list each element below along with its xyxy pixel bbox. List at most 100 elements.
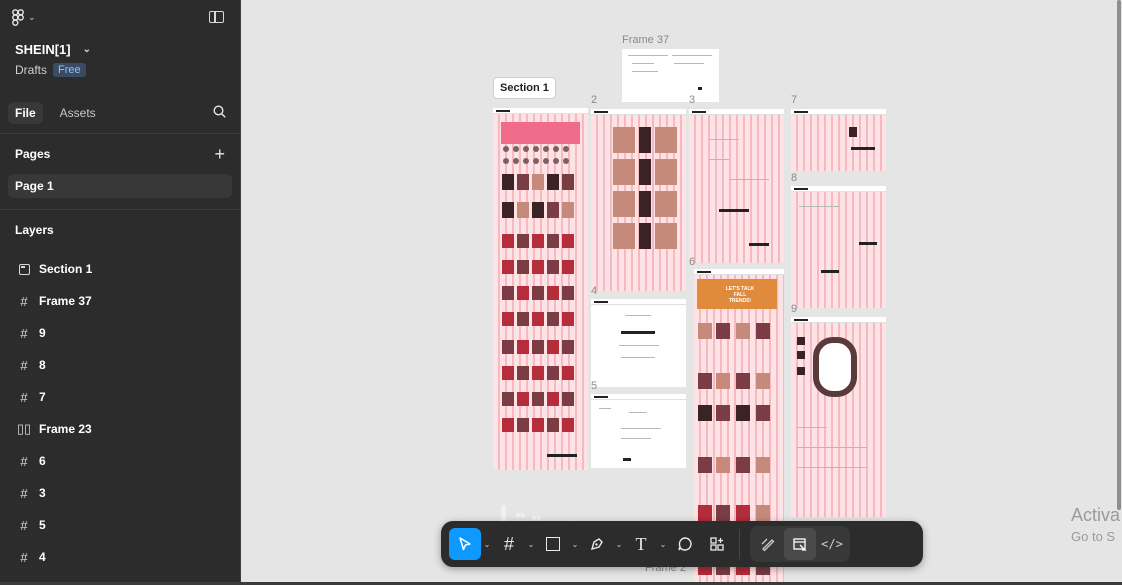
frame-label-7[interactable]: 7 bbox=[791, 94, 797, 106]
layer-label: 3 bbox=[39, 486, 46, 500]
frame-7[interactable] bbox=[791, 109, 886, 171]
file-info: SHEIN[1] ⌄ Drafts Free bbox=[0, 34, 240, 77]
frame-icon: # bbox=[20, 517, 28, 533]
frame-label-9[interactable]: 9 bbox=[791, 303, 797, 315]
panel-header: ⌄ bbox=[0, 0, 240, 34]
text-tool-button[interactable]: T bbox=[625, 528, 657, 560]
comment-icon bbox=[678, 537, 692, 551]
page-label: Page 1 bbox=[15, 179, 54, 193]
frame-icon: # bbox=[20, 549, 28, 565]
frame-label-4[interactable]: 4 bbox=[591, 285, 597, 297]
layer-5[interactable]: # 5 bbox=[0, 509, 240, 541]
layer-label: 9 bbox=[39, 326, 46, 340]
toolbar-divider bbox=[739, 529, 740, 559]
file-location[interactable]: Drafts bbox=[15, 63, 47, 77]
section-icon bbox=[18, 263, 30, 275]
design-mode-button[interactable] bbox=[784, 528, 816, 560]
draw-icon bbox=[761, 538, 775, 552]
layer-label: 7 bbox=[39, 390, 46, 404]
cursor-icon bbox=[459, 537, 471, 551]
tab-assets[interactable]: Assets bbox=[53, 102, 103, 124]
mode-switcher: </> bbox=[750, 526, 850, 562]
frame-label-2[interactable]: 2 bbox=[591, 94, 597, 106]
activate-windows-title: Activa bbox=[1071, 505, 1121, 525]
frame-icon: # bbox=[20, 357, 28, 373]
design-icon bbox=[793, 538, 807, 551]
draw-mode-button[interactable] bbox=[752, 528, 784, 560]
promo-banner-text: LET'S TALK FALL TRENDS! bbox=[725, 286, 755, 304]
figma-logo-icon bbox=[12, 8, 24, 26]
section-1-label[interactable]: Section 1 bbox=[493, 77, 556, 99]
layer-label: 6 bbox=[39, 454, 46, 468]
layers-list: Section 1 # Frame 37 # 9 # 8 # 7 ▯▯ Fram… bbox=[0, 253, 240, 573]
frame-label-6[interactable]: 6 bbox=[689, 256, 695, 268]
add-page-icon[interactable]: + bbox=[214, 144, 225, 165]
frame-tool-icon: # bbox=[503, 533, 514, 554]
frame-label-3[interactable]: 3 bbox=[689, 94, 695, 106]
file-name: SHEIN[1] bbox=[15, 42, 71, 57]
layer-label: 8 bbox=[39, 358, 46, 372]
plan-badge[interactable]: Free bbox=[53, 63, 86, 77]
chevron-down-icon[interactable]: ⌄ bbox=[481, 540, 493, 549]
layer-frame-37[interactable]: # Frame 37 bbox=[0, 285, 240, 317]
layer-8[interactable]: # 8 bbox=[0, 349, 240, 381]
chevron-down-icon[interactable]: ⌄ bbox=[657, 540, 669, 549]
layer-4[interactable]: # 4 bbox=[0, 541, 240, 573]
frame-icon: # bbox=[20, 325, 28, 341]
main-menu-button[interactable]: ⌄ bbox=[12, 8, 36, 26]
bottom-toolbar: ⌄ # ⌄ ⌄ ⌄ T ⌄ </> bbox=[441, 521, 923, 567]
layers-header: Layers bbox=[0, 210, 240, 250]
chevron-down-icon[interactable]: ⌄ bbox=[525, 540, 537, 549]
promo-banner[interactable]: LET'S TALK FALL TRENDS! bbox=[697, 279, 777, 309]
left-panel: ⌄ SHEIN[1] ⌄ Drafts Free File Assets Pag… bbox=[0, 0, 241, 585]
chevron-down-icon[interactable]: ⌄ bbox=[613, 540, 625, 549]
page-item-page-1[interactable]: Page 1 bbox=[8, 174, 232, 198]
dev-mode-button[interactable]: </> bbox=[816, 528, 848, 560]
layer-label: Frame 23 bbox=[39, 422, 92, 436]
frame-home[interactable] bbox=[493, 108, 588, 470]
auto-layout-icon: ▯▯ bbox=[16, 421, 32, 436]
frame-label-8[interactable]: 8 bbox=[791, 172, 797, 184]
file-name-button[interactable]: SHEIN[1] ⌄ bbox=[15, 42, 225, 57]
file-meta: Drafts Free bbox=[15, 63, 225, 77]
pen-tool-button[interactable] bbox=[581, 528, 613, 560]
frame-tool-button[interactable]: # bbox=[493, 528, 525, 560]
comment-tool-button[interactable] bbox=[669, 528, 701, 560]
tab-file[interactable]: File bbox=[8, 101, 43, 124]
frame-9[interactable] bbox=[791, 317, 886, 517]
chevron-down-icon: ⌄ bbox=[28, 11, 36, 22]
shape-tool-button[interactable] bbox=[537, 528, 569, 560]
move-tool-button[interactable] bbox=[449, 528, 481, 560]
layer-6[interactable]: # 6 bbox=[0, 445, 240, 477]
text-icon: T bbox=[635, 533, 647, 554]
layers-heading: Layers bbox=[15, 223, 54, 237]
frame-2[interactable] bbox=[591, 109, 686, 291]
frame-3[interactable] bbox=[689, 109, 784, 263]
frame-icon: # bbox=[20, 485, 28, 501]
frame-5[interactable] bbox=[591, 394, 686, 468]
layer-7[interactable]: # 7 bbox=[0, 381, 240, 413]
layer-label: Section 1 bbox=[39, 262, 93, 276]
chevron-down-icon[interactable]: ⌄ bbox=[569, 540, 581, 549]
toggle-sidebar-icon[interactable] bbox=[209, 11, 224, 23]
frame-label-frame-37[interactable]: Frame 37 bbox=[622, 34, 669, 46]
chevron-down-icon: ⌄ bbox=[82, 44, 92, 55]
search-icon[interactable] bbox=[213, 105, 226, 118]
vertical-scrollbar[interactable] bbox=[1117, 0, 1121, 510]
layer-label: 5 bbox=[39, 518, 46, 532]
frame-label-5[interactable]: 5 bbox=[591, 380, 597, 392]
frame-icon: # bbox=[20, 453, 28, 469]
pages-header: Pages + bbox=[0, 134, 240, 174]
rectangle-icon bbox=[546, 537, 560, 551]
pen-icon bbox=[590, 538, 603, 551]
layer-section-1[interactable]: Section 1 bbox=[0, 253, 240, 285]
layer-frame-23[interactable]: ▯▯ Frame 23 bbox=[0, 413, 240, 445]
frame-4[interactable] bbox=[591, 299, 686, 387]
frame-37[interactable] bbox=[622, 49, 719, 102]
layer-9[interactable]: # 9 bbox=[0, 317, 240, 349]
design-canvas[interactable]: Frame 37 Section 1 2 3 7 8 4 5 6 LET'S T… bbox=[241, 0, 1122, 585]
frame-8[interactable] bbox=[791, 186, 886, 308]
components-tool-button[interactable] bbox=[701, 528, 733, 560]
layer-3[interactable]: # 3 bbox=[0, 477, 240, 509]
panel-tabs: File Assets bbox=[0, 92, 240, 133]
